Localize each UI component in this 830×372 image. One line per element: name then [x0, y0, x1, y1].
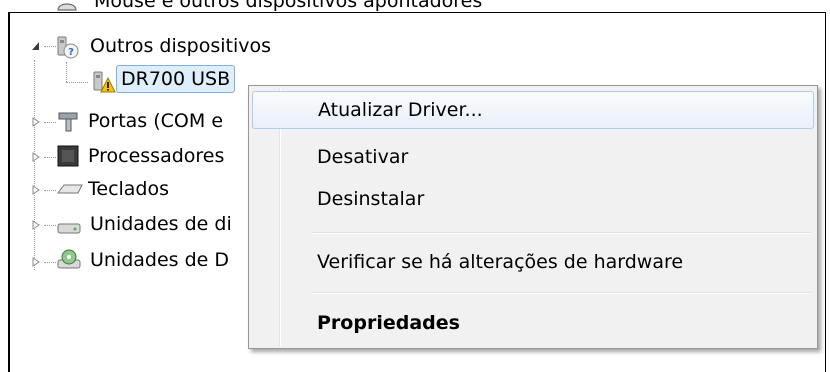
expand-arrow-icon[interactable]: [30, 151, 42, 163]
tree-connector: [66, 82, 88, 84]
tree-label: DR700 USB: [116, 65, 236, 93]
menu-item-label: Desativar: [317, 146, 409, 168]
collapse-arrow-icon[interactable]: [30, 40, 42, 52]
disk-drive-icon: [56, 214, 81, 238]
port-icon: [56, 109, 80, 133]
warning-device-icon: [90, 69, 116, 93]
menu-item-scan-hardware[interactable]: Verificar se há alterações de hardware: [252, 243, 814, 281]
expand-arrow-icon[interactable]: [30, 116, 42, 128]
tree-item-disk-drives[interactable]: Unidades de di: [54, 209, 236, 239]
expand-arrow-icon[interactable]: [30, 184, 42, 196]
menu-item-disable[interactable]: Desativar: [252, 138, 814, 176]
svg-text:?: ?: [68, 47, 74, 58]
tree-item-ports[interactable]: Portas (COM e: [54, 106, 227, 136]
tree-item-other-devices[interactable]: ? Outros dispositivos: [54, 31, 275, 61]
tree-connector: [66, 62, 68, 82]
tree-item-dr700-usb[interactable]: DR700 USB: [88, 64, 236, 94]
tree-label: Unidades de D: [90, 249, 230, 271]
context-menu: Atualizar Driver... Desativar Desinstala…: [248, 85, 818, 349]
tree-label: Unidades de di: [90, 213, 232, 235]
menu-item-label: Verificar se há alterações de hardware: [317, 251, 684, 273]
menu-item-label: Desinstalar: [317, 188, 425, 210]
tree-label: Processadores: [88, 145, 225, 167]
menu-item-properties[interactable]: Propriedades: [252, 304, 814, 342]
tree-connector: [34, 60, 36, 270]
processor-icon: [56, 144, 80, 168]
dvd-drive-icon: [56, 248, 81, 272]
tree-label: Outros dispositivos: [90, 35, 272, 57]
keyboard-icon: [56, 177, 83, 201]
tree-label: Teclados: [88, 178, 170, 200]
unknown-device-icon: ?: [54, 34, 79, 59]
tree-item-keyboards[interactable]: Teclados: [54, 174, 173, 204]
menu-item-label: Propriedades: [317, 312, 460, 334]
tree-item-dvd-drives[interactable]: Unidades de D: [54, 245, 233, 275]
menu-separator: [312, 232, 811, 234]
expand-arrow-icon[interactable]: [30, 219, 42, 231]
tree-item-processors[interactable]: Processadores: [54, 141, 228, 171]
menu-item-uninstall[interactable]: Desinstalar: [252, 180, 814, 218]
tree-label: Portas (COM e: [88, 110, 224, 132]
menu-separator: [312, 292, 811, 294]
expand-arrow-icon[interactable]: [30, 256, 42, 268]
menu-item-label: Atualizar Driver...: [318, 99, 483, 121]
menu-item-update-driver[interactable]: Atualizar Driver...: [252, 91, 814, 129]
